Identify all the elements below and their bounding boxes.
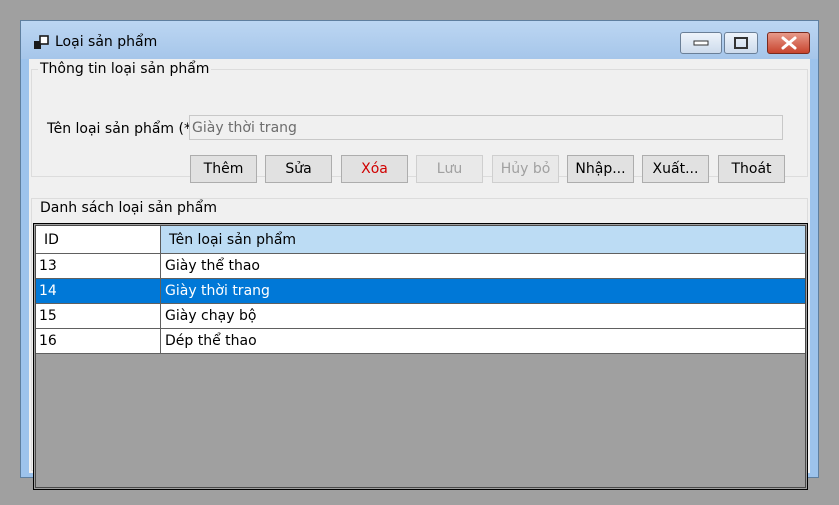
table-row[interactable]: 13 Giày thể thao <box>36 253 805 278</box>
app-window-icon <box>33 35 49 51</box>
exit-button[interactable]: Thoát <box>718 155 785 183</box>
maximize-icon <box>734 37 748 49</box>
window-title: Loại sản phẩm <box>55 34 158 50</box>
cell-id: 15 <box>36 304 161 328</box>
export-button[interactable]: Xuất... <box>642 155 709 183</box>
save-button[interactable]: Lưu <box>416 155 483 183</box>
app-window: Loại sản phẩm Thông tin loại sản phẩm Tê… <box>20 20 819 490</box>
list-group-title: Danh sách loại sản phẩm <box>38 200 219 216</box>
info-group-title: Thông tin loại sản phẩm <box>38 61 212 77</box>
add-button[interactable]: Thêm <box>190 155 257 183</box>
title-bar[interactable]: Loại sản phẩm <box>21 21 818 59</box>
table-row[interactable]: 15 Giày chạy bộ <box>36 303 805 328</box>
cell-id: 13 <box>36 254 161 278</box>
table-row-selected[interactable]: 14 Giày thời trang <box>36 278 805 303</box>
cell-name: Giày thời trang <box>165 283 270 299</box>
close-button[interactable] <box>767 32 810 54</box>
column-header-id[interactable]: ID <box>36 226 161 253</box>
grid-last-row-border <box>36 353 805 354</box>
cell-id: 14 <box>36 279 161 303</box>
name-field[interactable] <box>189 115 783 140</box>
cell-name: Giày chạy bộ <box>165 308 257 324</box>
cell-name: Giày thể thao <box>165 258 260 274</box>
cell-id: 16 <box>36 329 161 353</box>
form-client-area: Thông tin loại sản phẩm Tên loại sản phẩ… <box>29 59 810 490</box>
grid-viewport: ID Tên loại sản phẩm 13 Giày thể thao 14… <box>35 225 806 488</box>
product-type-grid[interactable]: ID Tên loại sản phẩm 13 Giày thể thao 14… <box>33 223 808 490</box>
import-button[interactable]: Nhập... <box>567 155 634 183</box>
minimize-button[interactable] <box>680 32 722 54</box>
maximize-button[interactable] <box>724 32 758 54</box>
minimize-icon <box>693 40 709 46</box>
table-row[interactable]: 16 Dép thể thao <box>36 328 805 353</box>
delete-button[interactable]: Xóa <box>341 155 408 183</box>
cancel-button[interactable]: Hủy bỏ <box>492 155 559 183</box>
edit-button[interactable]: Sửa <box>265 155 332 183</box>
grid-header: ID Tên loại sản phẩm <box>36 226 805 253</box>
close-icon <box>781 36 796 50</box>
cell-name: Dép thể thao <box>165 333 257 349</box>
name-field-label: Tên loại sản phẩm (*) <box>47 121 197 137</box>
column-header-name[interactable]: Tên loại sản phẩm <box>161 226 805 253</box>
